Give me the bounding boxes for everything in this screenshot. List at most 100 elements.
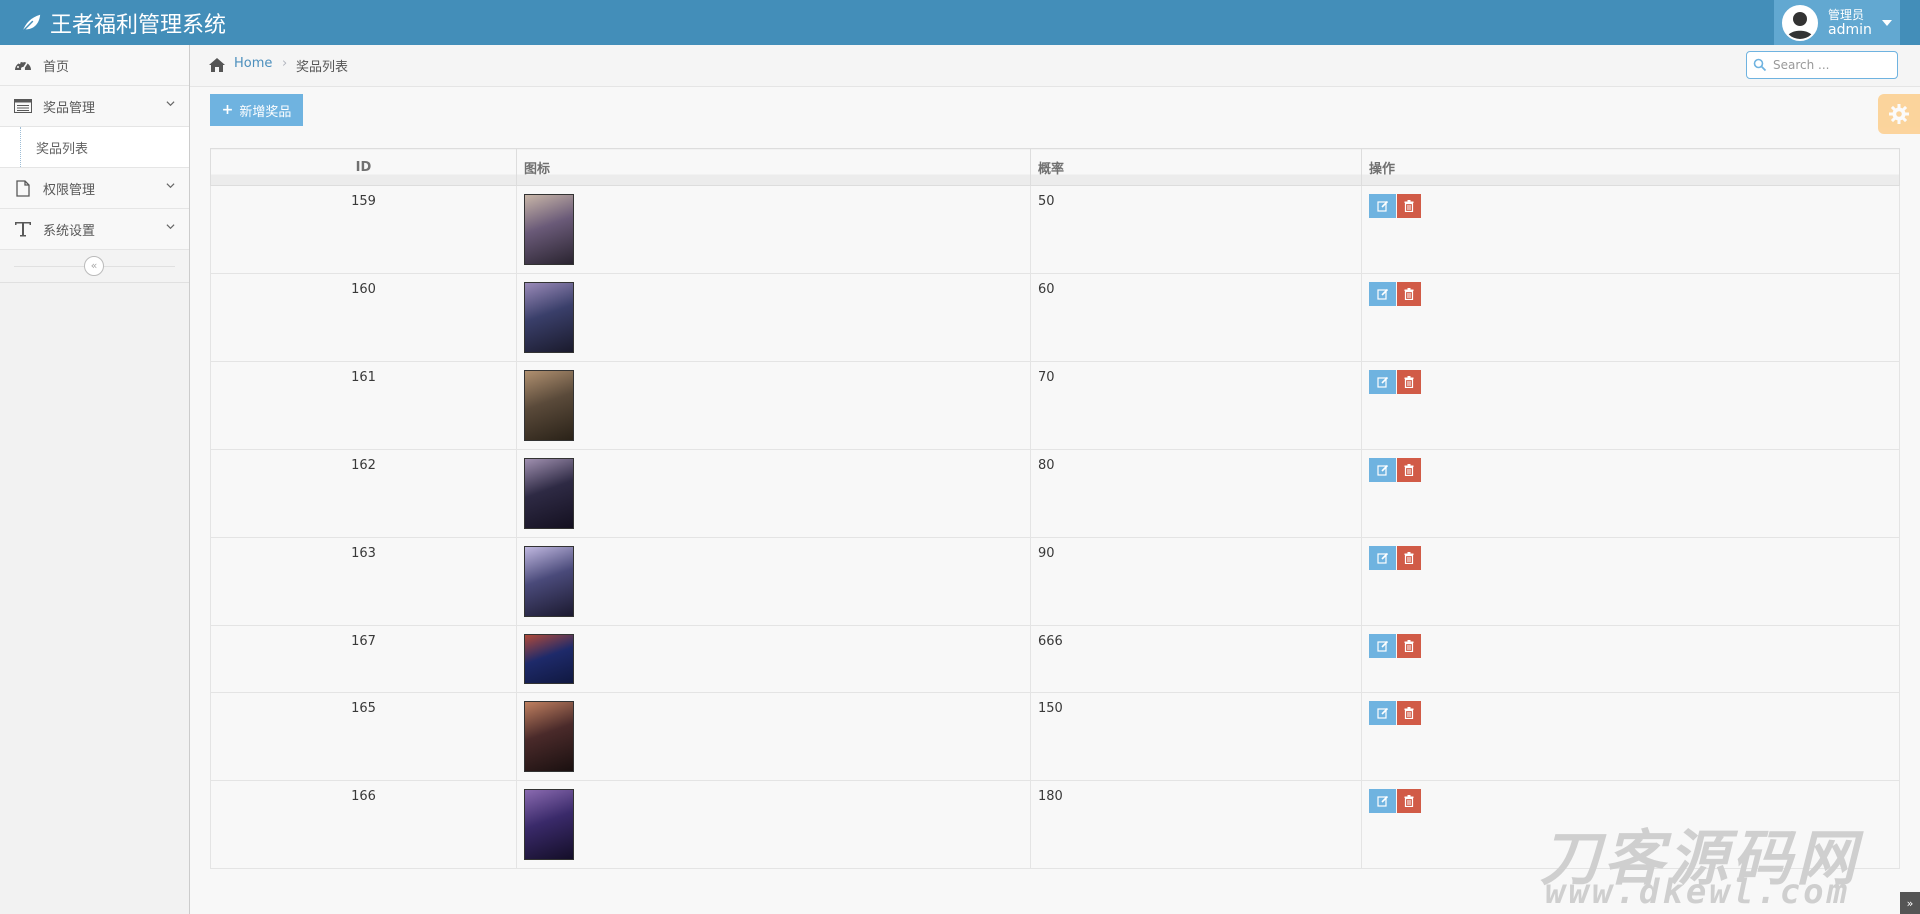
caret-down-icon xyxy=(1881,19,1892,26)
sidebar-item-permissions[interactable]: 权限管理 xyxy=(0,168,189,209)
app-title: 王者福利管理系统 xyxy=(50,12,227,38)
column-header-icon[interactable]: 图标 xyxy=(516,148,1031,186)
search-input[interactable] xyxy=(1771,57,1893,73)
user-role: 管理员 xyxy=(1828,7,1865,22)
edit-button[interactable] xyxy=(1369,789,1396,813)
trash-icon xyxy=(1404,200,1414,212)
sidebar-item-prize-list[interactable]: 奖品列表 xyxy=(0,127,189,168)
chevron-down-icon xyxy=(166,183,175,189)
trash-icon xyxy=(1404,552,1414,564)
breadcrumb-home-link[interactable]: Home xyxy=(234,56,272,71)
breadcrumb-current: 奖品列表 xyxy=(296,60,349,75)
sidebar-item-prize-management[interactable]: 奖品管理 xyxy=(0,86,189,127)
leaf-icon xyxy=(22,14,41,32)
user-menu[interactable]: 管理员 admin xyxy=(1774,0,1900,45)
plus-icon: + xyxy=(221,102,234,118)
delete-button[interactable] xyxy=(1397,194,1421,218)
user-name: admin xyxy=(1828,21,1872,38)
cell-actions xyxy=(1361,185,1900,274)
add-prize-label: 新增奖品 xyxy=(239,104,292,120)
cell-icon xyxy=(516,780,1031,869)
edit-button[interactable] xyxy=(1369,370,1396,394)
edit-icon xyxy=(1376,640,1388,652)
edit-button[interactable] xyxy=(1369,194,1396,218)
collapse-sidebar-button[interactable]: « xyxy=(84,256,104,276)
table-row: 160 60 xyxy=(210,273,1900,362)
prize-thumbnail xyxy=(524,282,574,353)
list-icon xyxy=(13,97,33,115)
cell-id: 162 xyxy=(210,449,517,538)
table-row: 161 70 xyxy=(210,361,1900,450)
trash-icon xyxy=(1404,464,1414,476)
sidebar-item-home[interactable]: 首页 xyxy=(0,45,189,86)
delete-button[interactable] xyxy=(1397,789,1421,813)
delete-button[interactable] xyxy=(1397,370,1421,394)
sidebar: 首页 奖品管理 奖品列表 权限管理 系统设置 « xyxy=(0,45,190,914)
cell-icon xyxy=(516,361,1031,450)
cell-rate: 60 xyxy=(1030,273,1362,362)
table-row: 159 50 xyxy=(210,185,1900,274)
trash-icon xyxy=(1404,795,1414,807)
cell-rate: 666 xyxy=(1030,625,1362,693)
edit-button[interactable] xyxy=(1369,701,1396,725)
cell-id: 159 xyxy=(210,185,517,274)
cell-rate: 150 xyxy=(1030,692,1362,781)
search-icon xyxy=(1753,58,1767,72)
chevron-down-icon xyxy=(166,224,175,230)
table-row: 162 80 xyxy=(210,449,1900,538)
prize-thumbnail xyxy=(524,546,574,617)
chevron-down-icon xyxy=(166,101,175,107)
sidebar-item-label: 奖品管理 xyxy=(43,100,96,116)
gear-icon xyxy=(1889,104,1909,124)
scroll-up-button[interactable]: » xyxy=(1900,892,1920,914)
cell-id: 167 xyxy=(210,625,517,693)
cell-id: 166 xyxy=(210,780,517,869)
sidebar-collapse: « xyxy=(0,250,189,283)
cell-icon xyxy=(516,625,1031,693)
text-icon xyxy=(13,220,33,238)
cell-actions xyxy=(1361,273,1900,362)
cell-id: 160 xyxy=(210,273,517,362)
delete-button[interactable] xyxy=(1397,458,1421,482)
edit-button[interactable] xyxy=(1369,634,1396,658)
prize-thumbnail xyxy=(524,634,574,684)
delete-button[interactable] xyxy=(1397,282,1421,306)
brand[interactable]: 王者福利管理系统 xyxy=(20,0,226,45)
breadcrumb: Home › 奖品列表 xyxy=(190,45,1920,87)
cell-rate: 80 xyxy=(1030,449,1362,538)
table-row: 163 90 xyxy=(210,537,1900,626)
cell-id: 161 xyxy=(210,361,517,450)
top-navbar: 王者福利管理系统 管理员 admin xyxy=(0,0,1920,45)
edit-button[interactable] xyxy=(1369,282,1396,306)
add-prize-button[interactable]: + 新增奖品 xyxy=(210,94,303,126)
delete-button[interactable] xyxy=(1397,634,1421,658)
edit-button[interactable] xyxy=(1369,458,1396,482)
delete-button[interactable] xyxy=(1397,546,1421,570)
sidebar-item-settings[interactable]: 系统设置 xyxy=(0,209,189,250)
search-box xyxy=(1746,51,1898,79)
settings-button[interactable] xyxy=(1878,94,1920,134)
cell-icon xyxy=(516,185,1031,274)
avatar xyxy=(1782,4,1818,41)
trash-icon xyxy=(1404,376,1414,388)
sidebar-item-label: 权限管理 xyxy=(43,182,96,198)
trash-icon xyxy=(1404,707,1414,719)
cell-actions xyxy=(1361,692,1900,781)
breadcrumb-separator: › xyxy=(282,56,288,71)
edit-icon xyxy=(1376,552,1388,564)
watermark-url: www.dkewl.com xyxy=(1545,872,1851,912)
column-header-id[interactable]: ID xyxy=(210,148,517,186)
cell-actions xyxy=(1361,361,1900,450)
column-header-rate[interactable]: 概率 xyxy=(1030,148,1362,186)
edit-icon xyxy=(1376,200,1388,212)
cell-rate: 90 xyxy=(1030,537,1362,626)
sidebar-item-label: 系统设置 xyxy=(43,223,96,239)
edit-icon xyxy=(1376,288,1388,300)
edit-icon xyxy=(1376,376,1388,388)
cell-id: 163 xyxy=(210,537,517,626)
prize-thumbnail xyxy=(524,458,574,529)
edit-button[interactable] xyxy=(1369,546,1396,570)
sidebar-item-label: 奖品列表 xyxy=(36,141,89,157)
dashboard-icon xyxy=(13,56,33,74)
delete-button[interactable] xyxy=(1397,701,1421,725)
